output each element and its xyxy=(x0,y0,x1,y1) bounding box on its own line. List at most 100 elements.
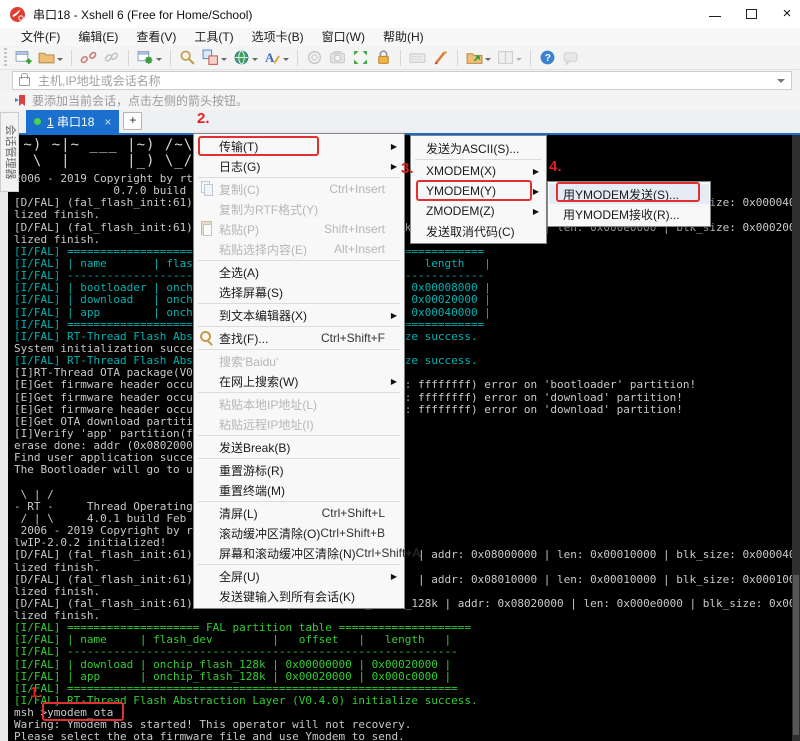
context-menu-item[interactable]: ▶ xyxy=(198,303,400,304)
message-button[interactable] xyxy=(560,48,581,68)
annotation-step-4: 4. xyxy=(549,158,562,175)
context-menu-item[interactable]: 滚动缓冲区清除(O) Ctrl+Shift+B ▶ xyxy=(195,523,403,543)
window-title: 串口18 - Xshell 6 (Free for Home/School) xyxy=(33,6,252,23)
menubar-item[interactable]: 帮助(H) xyxy=(374,28,433,46)
context-menu-item[interactable]: ▶ xyxy=(198,501,400,502)
context-menu-item[interactable]: 粘贴选择内容(E) Alt+Insert ▶ xyxy=(195,239,403,259)
context-menu-item[interactable]: 传输(T) ▶ xyxy=(195,136,403,156)
context-menu-item[interactable]: ▶ xyxy=(198,458,400,459)
compose-pen-button[interactable] xyxy=(430,48,451,68)
context-menu-item[interactable]: ▶ xyxy=(198,392,400,393)
menubar-item[interactable]: 工具(T) xyxy=(185,28,242,46)
open-session-button[interactable] xyxy=(36,48,65,68)
menubar-item[interactable]: 选项卡(B) xyxy=(243,28,313,46)
transfer-submenu-item[interactable]: 发送取消代码(C) ▶ xyxy=(412,221,545,241)
tab-serial-18[interactable]: 1 串口18 × xyxy=(26,110,119,133)
new-file-transfer-button[interactable] xyxy=(464,48,493,68)
context-menu-item[interactable]: 到文本编辑器(X) ▶ xyxy=(195,305,403,325)
new-session-button[interactable] xyxy=(13,48,34,68)
ymodem-submenu-item[interactable]: 用YMODEM发送(S)... ▶ xyxy=(549,184,709,204)
ymodem-submenu-item[interactable]: 用YMODEM接收(R)... ▶ xyxy=(549,204,709,224)
submenu-arrow-icon: ▶ xyxy=(391,572,399,581)
context-menu-item[interactable]: 清屏(L) Ctrl+Shift+L ▶ xyxy=(195,503,403,523)
transfer-submenu: 发送为ASCII(S)... ▶ ▶ XMODEM(X) ▶ YMODEM(Y)… xyxy=(410,135,547,244)
tile-layout-button[interactable] xyxy=(200,48,229,68)
open-session-caret-icon[interactable] xyxy=(57,58,63,64)
menubar-item[interactable]: 编辑(E) xyxy=(69,28,127,46)
toolbar-separator xyxy=(400,50,401,66)
tile-layout-caret-icon[interactable] xyxy=(221,58,227,64)
context-menu-item[interactable]: 粘贴本地IP地址(L) ▶ xyxy=(195,394,403,414)
maximize-button[interactable] xyxy=(744,7,758,21)
toolbar-separator xyxy=(297,50,298,66)
font-caret-icon[interactable] xyxy=(283,58,289,64)
transfer-submenu-item[interactable]: ZMODEM(Z) ▶ xyxy=(412,201,545,221)
context-menu-item[interactable]: 粘贴(P) Shift+Insert ▶ xyxy=(195,219,403,239)
address-box[interactable] xyxy=(12,71,792,90)
session-properties-caret-icon[interactable] xyxy=(156,58,162,64)
context-menu-item[interactable]: 选择屏幕(S) ▶ xyxy=(195,282,403,302)
ymodem-submenu: 用YMODEM发送(S)... ▶ 用YMODEM接收(R)... ▶ xyxy=(547,181,711,227)
disconnect-button[interactable] xyxy=(78,48,99,68)
reconnect-button[interactable] xyxy=(101,48,122,68)
add-session-flag-icon xyxy=(13,94,27,108)
web-button[interactable] xyxy=(231,48,260,68)
menubar-item[interactable]: 查看(V) xyxy=(127,28,185,46)
fullscreen-button[interactable] xyxy=(350,48,371,68)
toolbar-grip-handle[interactable] xyxy=(4,48,7,67)
new-file-transfer-caret-icon[interactable] xyxy=(485,58,491,64)
transfer-submenu-item[interactable]: 发送为ASCII(S)... ▶ xyxy=(412,138,545,158)
context-menu-item[interactable]: 复制为RTF格式(Y) ▶ xyxy=(195,199,403,219)
transfer-submenu-item[interactable]: XMODEM(X) ▶ xyxy=(412,161,545,181)
context-menu-item[interactable]: 发送Break(B) ▶ xyxy=(195,437,403,457)
tab-title: 串口18 xyxy=(57,115,94,129)
virtual-keyboard-button[interactable] xyxy=(407,48,428,68)
annotation-step-2: 2. xyxy=(197,110,210,127)
context-menu-item[interactable]: 全屏(U) ▶ xyxy=(195,566,403,586)
submenu-arrow-icon: ▶ xyxy=(391,377,399,386)
context-menu-item[interactable]: 粘贴远程IP地址(I) ▶ xyxy=(195,414,403,434)
session-manager-side-tab-label: 会话管理器 xyxy=(0,111,20,193)
context-menu-item[interactable]: 查找(F)... Ctrl+Shift+F ▶ xyxy=(195,328,403,348)
transfer-submenu-item[interactable]: ▶ xyxy=(415,159,542,160)
log-button[interactable] xyxy=(304,48,325,68)
toolbar-separator xyxy=(457,50,458,66)
window-layout-caret-icon[interactable] xyxy=(516,58,522,64)
context-menu-item[interactable]: 日志(G) ▶ xyxy=(195,156,403,176)
terminal-scrollbar[interactable] xyxy=(792,135,800,741)
window-left-edge xyxy=(0,135,8,741)
context-menu-item[interactable]: 复制(C) Ctrl+Insert ▶ xyxy=(195,179,403,199)
context-menu-item[interactable]: 在网上搜索(W) ▶ xyxy=(195,371,403,391)
annotation-step-1: 1. xyxy=(30,684,43,701)
context-menu-item[interactable]: ▶ xyxy=(198,260,400,261)
context-menu-item[interactable]: ▶ xyxy=(198,326,400,327)
context-menu-item[interactable]: 搜索'Baidu' ▶ xyxy=(195,351,403,371)
font-button[interactable]: A xyxy=(262,48,291,68)
new-tab-button[interactable]: + xyxy=(123,112,142,130)
context-menu-item[interactable]: 重置游标(R) ▶ xyxy=(195,460,403,480)
menubar-item[interactable]: 窗口(W) xyxy=(313,28,374,46)
context-menu-item[interactable]: ▶ xyxy=(198,564,400,565)
context-menu-item[interactable]: 全选(A) ▶ xyxy=(195,262,403,282)
find-button[interactable] xyxy=(177,48,198,68)
context-menu-item[interactable]: ▶ xyxy=(198,435,400,436)
context-menu-item[interactable]: 重置终端(M) ▶ xyxy=(195,480,403,500)
web-caret-icon[interactable] xyxy=(252,58,258,64)
help-button[interactable]: ? xyxy=(537,48,558,68)
transfer-submenu-item[interactable]: YMODEM(Y) ▶ xyxy=(412,181,545,201)
context-menu-item[interactable]: 屏幕和滚动缓冲区清除(N) Ctrl+Shift+A ▶ xyxy=(195,543,403,563)
lock-button[interactable] xyxy=(373,48,394,68)
screen-capture-button[interactable] xyxy=(327,48,348,68)
terminal-scrollbar-thumb[interactable] xyxy=(793,575,799,735)
address-dropdown-caret-icon[interactable] xyxy=(777,79,785,87)
window-layout-button[interactable] xyxy=(495,48,524,68)
context-menu-item[interactable]: ▶ xyxy=(198,177,400,178)
close-button[interactable]: × xyxy=(780,7,794,21)
context-menu-item[interactable]: 发送键输入到所有会话(K) ▶ xyxy=(195,586,403,606)
session-properties-button[interactable] xyxy=(135,48,164,68)
minimize-button[interactable] xyxy=(708,7,722,21)
menubar-item[interactable]: 文件(F) xyxy=(12,28,69,46)
context-menu-item[interactable]: ▶ xyxy=(198,349,400,350)
tab-close-icon[interactable]: × xyxy=(104,115,111,129)
host-address-input[interactable] xyxy=(36,73,777,89)
